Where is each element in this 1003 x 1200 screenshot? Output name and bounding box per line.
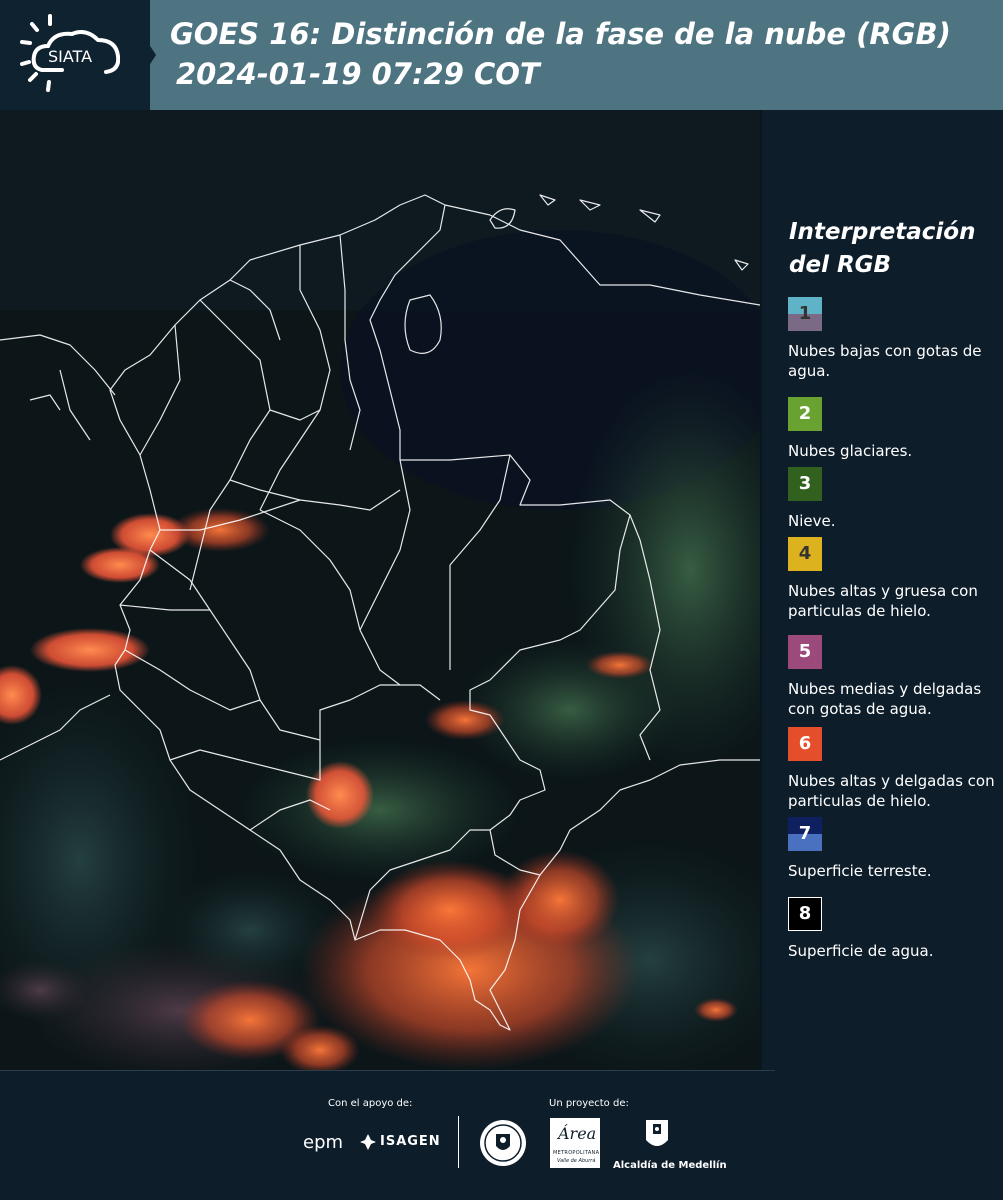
epm-logo: epm — [303, 1132, 344, 1153]
legend-swatch-7: 7 — [788, 817, 822, 851]
legend-label: Superficie de agua. — [788, 942, 934, 960]
legend-number: 4 — [798, 543, 812, 564]
legend-swatch-3: 3 — [788, 467, 822, 501]
legend-swatch-8: 8 — [788, 897, 822, 931]
legend-number: 5 — [798, 641, 812, 662]
satellite-image — [0, 110, 760, 1070]
legend-item-7: 7 Superficie terreste. — [788, 817, 998, 881]
legend-label: Nubes altas y gruesa con particulas de h… — [788, 582, 978, 620]
legend-label: Nubes glaciares. — [788, 442, 913, 460]
legend-item-5: 5 Nubes medias y delgadas con gotas de ag… — [788, 635, 998, 719]
legend-label: Nubes bajas con gotas de agua. — [788, 342, 982, 380]
footer-separator — [458, 1116, 459, 1168]
header-bar: SIATA GOES 16: Distinción de la fase de … — [0, 0, 1003, 110]
project-label: Un proyecto de: — [549, 1098, 629, 1109]
legend-swatch-1: 1 — [788, 297, 822, 331]
support-label: Con el apoyo de: — [328, 1098, 413, 1109]
legend-swatch-6: 6 — [788, 727, 822, 761]
logo-text: SIATA — [48, 47, 92, 66]
title-text: GOES 16: Distinción de la fase de la nub… — [170, 17, 951, 51]
legend-title: Interpretación del RGB — [789, 219, 976, 278]
legend-label: Nubes medias y delgadas con gotas de agu… — [788, 680, 982, 718]
medellin-shield-icon — [646, 1120, 668, 1146]
logo-arrow — [120, 0, 156, 110]
isagen-logo: ISAGEN — [380, 1134, 441, 1149]
legend-item-2: 2 Nubes glaciares. — [788, 397, 998, 461]
siata-logo: SIATA — [20, 14, 121, 92]
legend-item-4: 4 Nubes altas y gruesa con particulas de … — [788, 537, 998, 621]
legend-label: Nubes altas y delgadas con particulas de… — [788, 772, 995, 810]
legend-number: 1 — [798, 303, 812, 324]
legend-swatch-5: 5 — [788, 635, 822, 669]
legend-number: 3 — [798, 473, 812, 494]
footer-divider — [0, 1070, 775, 1071]
footer: Con el apoyo de: Un proyecto de: epm ISA… — [0, 1070, 1003, 1200]
medellin-seal-icon — [480, 1120, 526, 1166]
legend-label: Nieve. — [788, 512, 836, 530]
isagen-icon — [360, 1134, 376, 1150]
satellite-map — [0, 110, 760, 1070]
area-logo-text: Área — [558, 1124, 597, 1143]
area-logo-sub2: Valle de Aburrá — [557, 1158, 596, 1164]
legend-number: 2 — [798, 403, 812, 424]
area-logo-sub: METROPOLITANA — [553, 1150, 600, 1156]
legend-panel: Interpretación del RGB 1 Nubes bajas con … — [762, 110, 1003, 1070]
page-title: GOES 16: Distinción de la fase de la nub… — [170, 14, 951, 94]
legend-item-1: 1 Nubes bajas con gotas de agua. — [788, 297, 998, 381]
legend-number: 8 — [798, 903, 812, 924]
legend-item-6: 6 Nubes altas y delgadas con particulas d… — [788, 727, 998, 811]
title-datetime: 2024-01-19 07:29 COT — [176, 57, 540, 91]
legend-swatch-4: 4 — [788, 537, 822, 571]
alcaldia-medellin-label: Alcaldía de Medellín — [613, 1160, 727, 1171]
legend-label: Superficie terreste. — [788, 862, 932, 880]
legend-item-3: 3 Nieve. — [788, 467, 998, 531]
legend-number: 6 — [798, 733, 812, 754]
legend-item-8: 8 Superficie de agua. — [788, 897, 998, 961]
legend-number: 7 — [798, 823, 812, 844]
area-metropolitana-logo: Área METROPOLITANA Valle de Aburrá — [550, 1118, 600, 1168]
legend-swatch-2: 2 — [788, 397, 822, 431]
